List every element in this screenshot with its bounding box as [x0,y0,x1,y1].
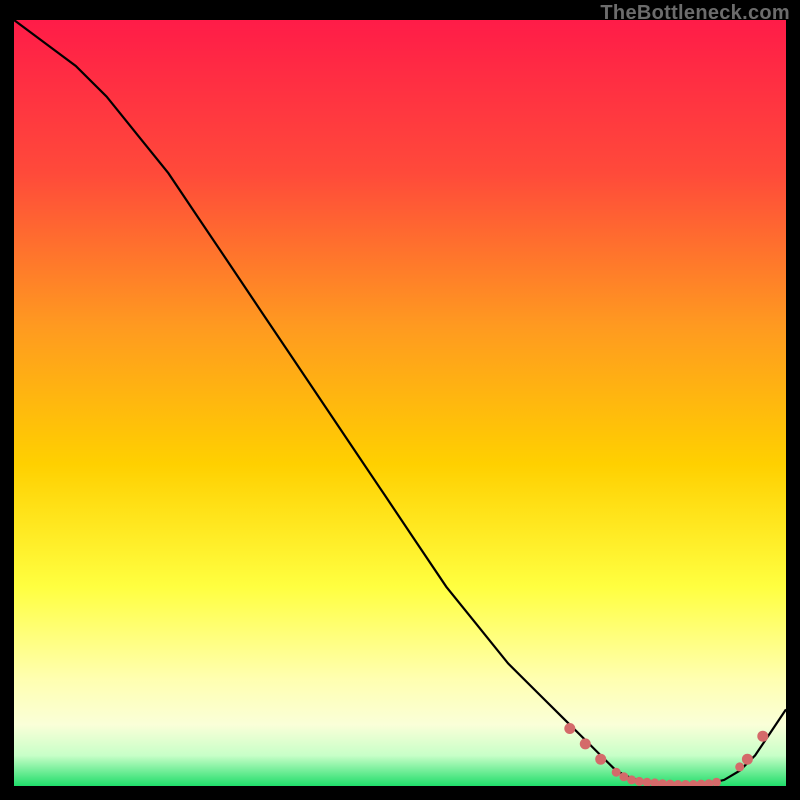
bottleneck-chart-svg [14,20,786,786]
optimal-dot [735,762,744,771]
optimal-dot [635,777,644,786]
optimal-dot [627,775,636,784]
optimal-dot [742,754,753,765]
optimal-dot [580,738,591,749]
optimal-dot [564,723,575,734]
chart-frame: TheBottleneck.com [0,0,800,800]
optimal-dot [619,772,628,781]
optimal-dot [757,731,768,742]
plot-area [14,20,786,786]
gradient-background [14,20,786,786]
optimal-dot [612,768,621,777]
optimal-dot [595,754,606,765]
